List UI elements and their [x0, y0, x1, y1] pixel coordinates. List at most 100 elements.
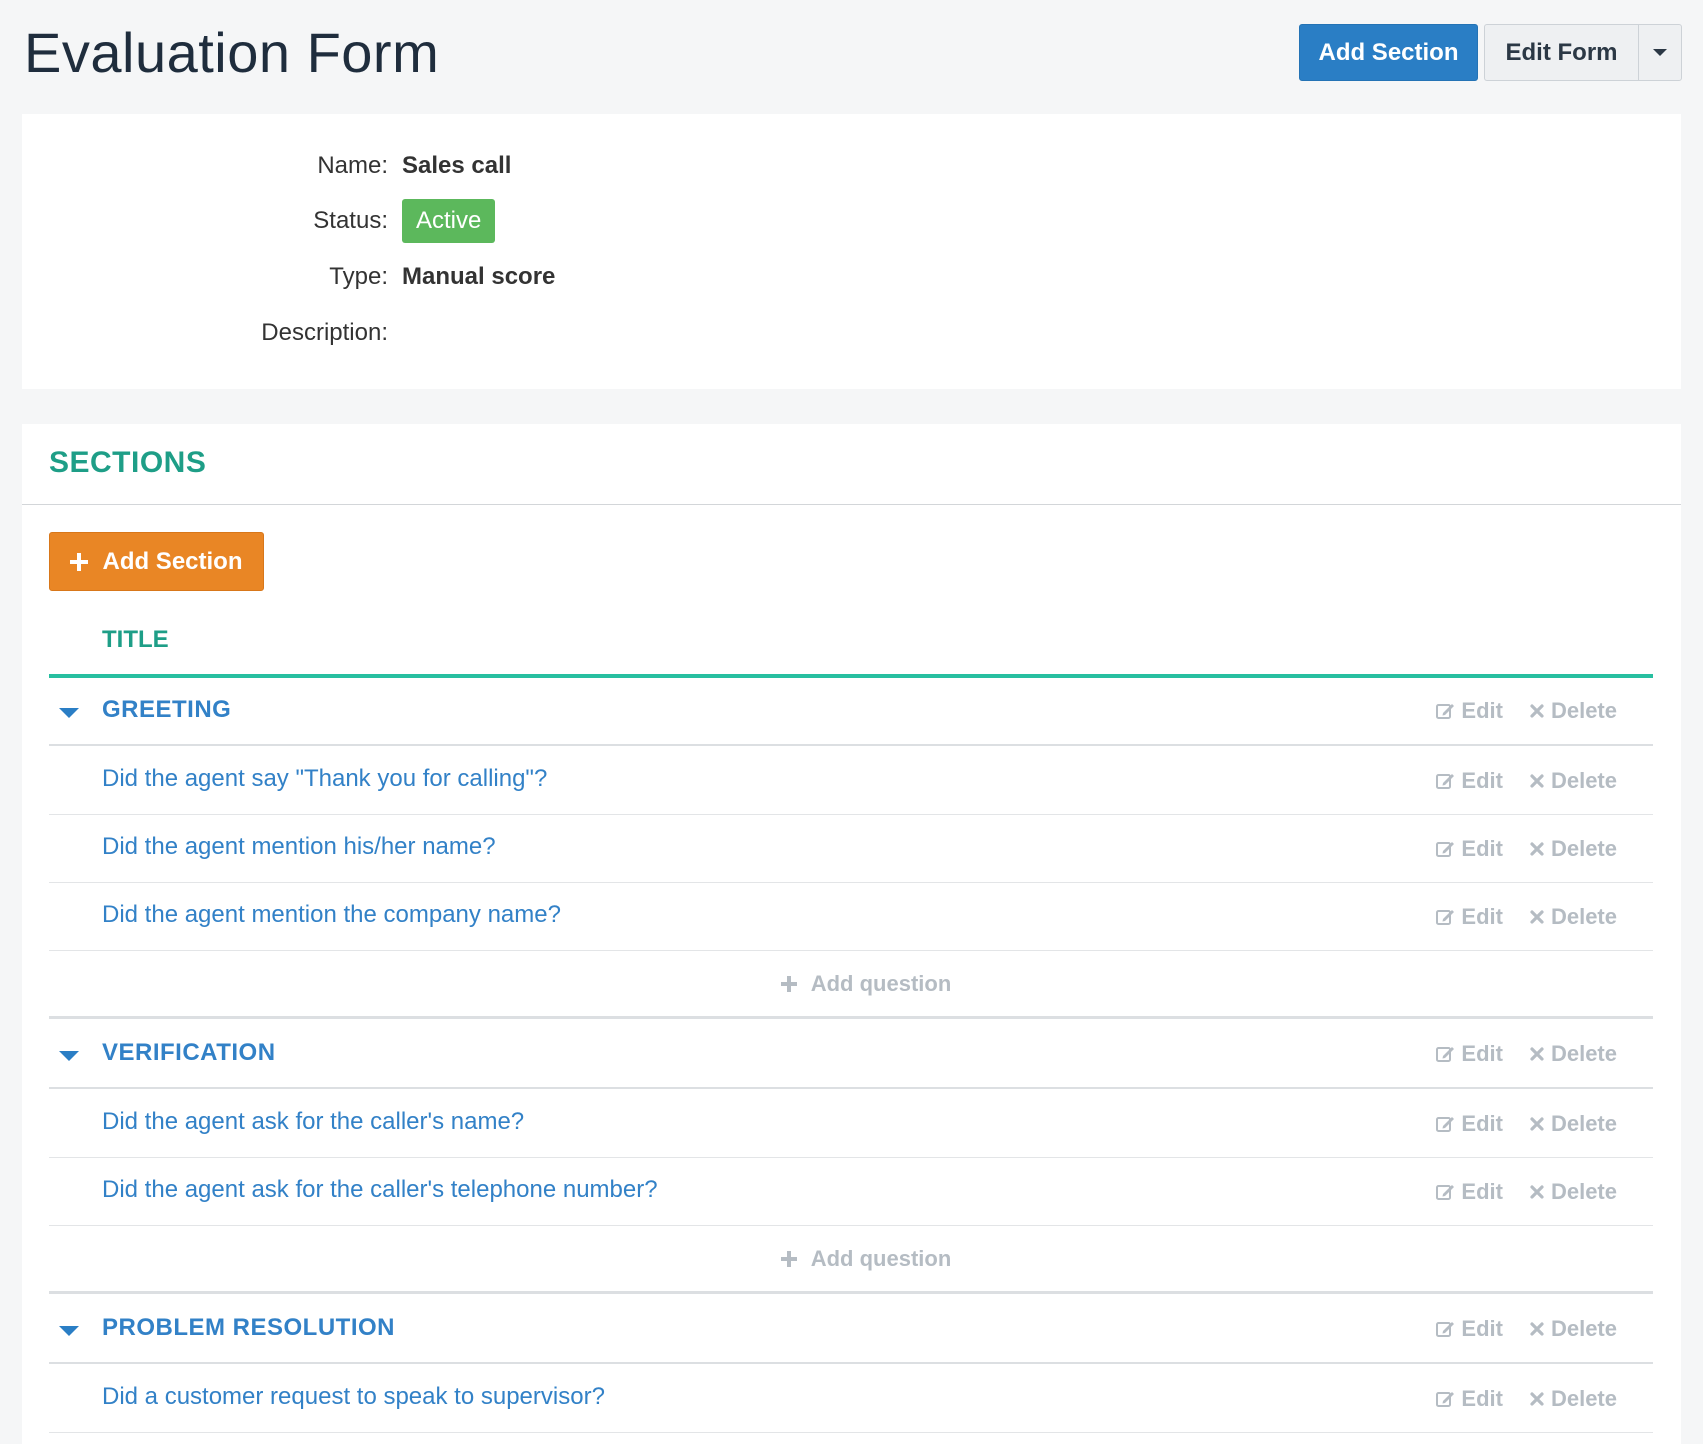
add-question-button[interactable]: Add question — [780, 970, 952, 997]
add-section-button[interactable]: Add Section — [49, 532, 264, 591]
edit-icon — [1436, 1184, 1455, 1200]
edit-link[interactable]: Edit — [1435, 904, 1503, 930]
delete-link[interactable]: Delete — [1529, 698, 1617, 724]
question-text[interactable]: Did the agent mention the company name? — [102, 901, 561, 929]
question-row: Did the agent ask for the caller's name?… — [49, 1090, 1653, 1158]
edit-link[interactable]: Edit — [1435, 836, 1503, 862]
delete-link[interactable]: Delete — [1529, 1111, 1617, 1137]
add-question-row: Add question — [49, 1226, 1653, 1294]
question-actions: Edit Delete — [1435, 815, 1617, 882]
question-text[interactable]: Did a customer request to speak to super… — [102, 1383, 605, 1411]
section-title[interactable]: GREETING — [102, 696, 231, 724]
plus-icon — [780, 1250, 797, 1267]
edit-link[interactable]: Edit — [1435, 698, 1503, 724]
add-question-row: Add question — [49, 951, 1653, 1019]
close-icon — [1530, 841, 1544, 856]
page-header: Evaluation Form Add Section Edit Form — [0, 0, 1703, 112]
type-label: Type: — [329, 263, 388, 290]
close-icon — [1530, 773, 1544, 788]
section-title[interactable]: VERIFICATION — [102, 1039, 276, 1067]
edit-label: Edit — [1461, 698, 1503, 723]
add-question-label: Add question — [810, 970, 952, 996]
status-label: Status: — [313, 207, 388, 234]
delete-link[interactable]: Delete — [1529, 1041, 1617, 1067]
add-question-button[interactable]: Add question — [780, 1246, 951, 1272]
delete-link[interactable]: Delete — [1529, 836, 1617, 862]
delete-label: Delete — [1550, 1385, 1617, 1411]
question-row: Did the agent mention his/her name? Edit… — [49, 815, 1653, 883]
divider — [22, 504, 1681, 505]
question-actions: Edit Delete — [1435, 747, 1617, 814]
edit-icon — [1436, 773, 1455, 789]
question-text[interactable]: Did the agent ask for the caller's telep… — [102, 1176, 658, 1204]
section-actions: Edit Delete — [1435, 678, 1617, 744]
caret-down-icon — [1653, 49, 1667, 56]
sections-panel: SECTIONS Add Section TITLE GREETING Edit — [22, 424, 1681, 1444]
edit-label: Edit — [1461, 767, 1503, 793]
caret-down-icon[interactable] — [59, 1051, 79, 1061]
name-value: Sales call — [402, 152, 512, 179]
delete-link[interactable]: Delete — [1529, 768, 1617, 794]
delete-label: Delete — [1550, 903, 1617, 929]
delete-link[interactable]: Delete — [1529, 1316, 1617, 1342]
edit-label: Edit — [1461, 1316, 1503, 1341]
plus-icon — [70, 552, 89, 571]
delete-label: Delete — [1550, 698, 1617, 723]
edit-icon — [1436, 909, 1455, 925]
question-text[interactable]: Did the agent mention his/her name? — [102, 833, 496, 861]
edit-label: Edit — [1461, 835, 1503, 861]
edit-form-dropdown-toggle[interactable] — [1638, 24, 1682, 81]
info-row-type: Type: Manual score — [22, 255, 1681, 299]
close-icon — [1530, 909, 1544, 924]
question-actions: Edit Delete — [1435, 1158, 1617, 1225]
section-title[interactable]: PROBLEM RESOLUTION — [102, 1314, 395, 1342]
edit-label: Edit — [1461, 903, 1503, 929]
status-badge: Active — [402, 199, 496, 243]
edit-icon — [1436, 1047, 1455, 1062]
question-row: Did the agent ask for the caller's telep… — [49, 1158, 1653, 1226]
edit-icon — [1436, 1391, 1455, 1407]
add-section-header-button[interactable]: Add Section — [1299, 24, 1478, 81]
edit-link[interactable]: Edit — [1435, 1316, 1503, 1342]
question-row: Did a customer request to speak to super… — [49, 1365, 1653, 1433]
edit-link[interactable]: Edit — [1435, 768, 1503, 794]
description-label: Description: — [261, 319, 388, 346]
close-icon — [1530, 1184, 1544, 1199]
name-label: Name: — [317, 152, 388, 179]
close-icon — [1530, 704, 1544, 718]
section-row: PROBLEM RESOLUTION Edit Delete — [49, 1296, 1653, 1364]
section-row: GREETING Edit Delete — [49, 678, 1653, 746]
close-icon — [1530, 1391, 1544, 1406]
close-icon — [1530, 1047, 1544, 1061]
close-icon — [1530, 1322, 1544, 1336]
edit-label: Edit — [1461, 1385, 1503, 1411]
edit-form-button[interactable]: Edit Form — [1484, 24, 1638, 81]
delete-label: Delete — [1550, 767, 1617, 793]
edit-link[interactable]: Edit — [1435, 1386, 1503, 1412]
caret-down-icon[interactable] — [59, 708, 79, 718]
delete-link[interactable]: Delete — [1529, 904, 1617, 930]
edit-link[interactable]: Edit — [1435, 1041, 1503, 1067]
edit-label: Edit — [1461, 1041, 1503, 1066]
sections-heading: SECTIONS — [49, 446, 207, 479]
edit-label: Edit — [1461, 1110, 1503, 1136]
form-info-panel: Name: Sales call Status: Active Type: Ma… — [22, 114, 1681, 389]
edit-icon — [1436, 841, 1455, 857]
edit-link[interactable]: Edit — [1435, 1111, 1503, 1137]
question-row: Did the agent say "Thank you for calling… — [49, 747, 1653, 815]
type-value: Manual score — [402, 263, 556, 290]
delete-label: Delete — [1550, 835, 1617, 861]
delete-link[interactable]: Delete — [1529, 1386, 1617, 1412]
edit-icon — [1436, 1116, 1455, 1132]
plus-icon — [780, 975, 797, 992]
delete-link[interactable]: Delete — [1529, 1179, 1617, 1205]
page-title: Evaluation Form — [24, 21, 440, 84]
delete-label: Delete — [1550, 1178, 1617, 1204]
question-text[interactable]: Did the agent ask for the caller's name? — [102, 1108, 524, 1136]
question-text[interactable]: Did the agent say "Thank you for calling… — [102, 765, 547, 793]
section-row: VERIFICATION Edit Delete — [49, 1021, 1653, 1089]
close-icon — [1530, 1116, 1544, 1131]
caret-down-icon[interactable] — [59, 1326, 79, 1336]
question-row: Did the agent mention the company name? … — [49, 883, 1653, 951]
edit-link[interactable]: Edit — [1435, 1179, 1503, 1205]
